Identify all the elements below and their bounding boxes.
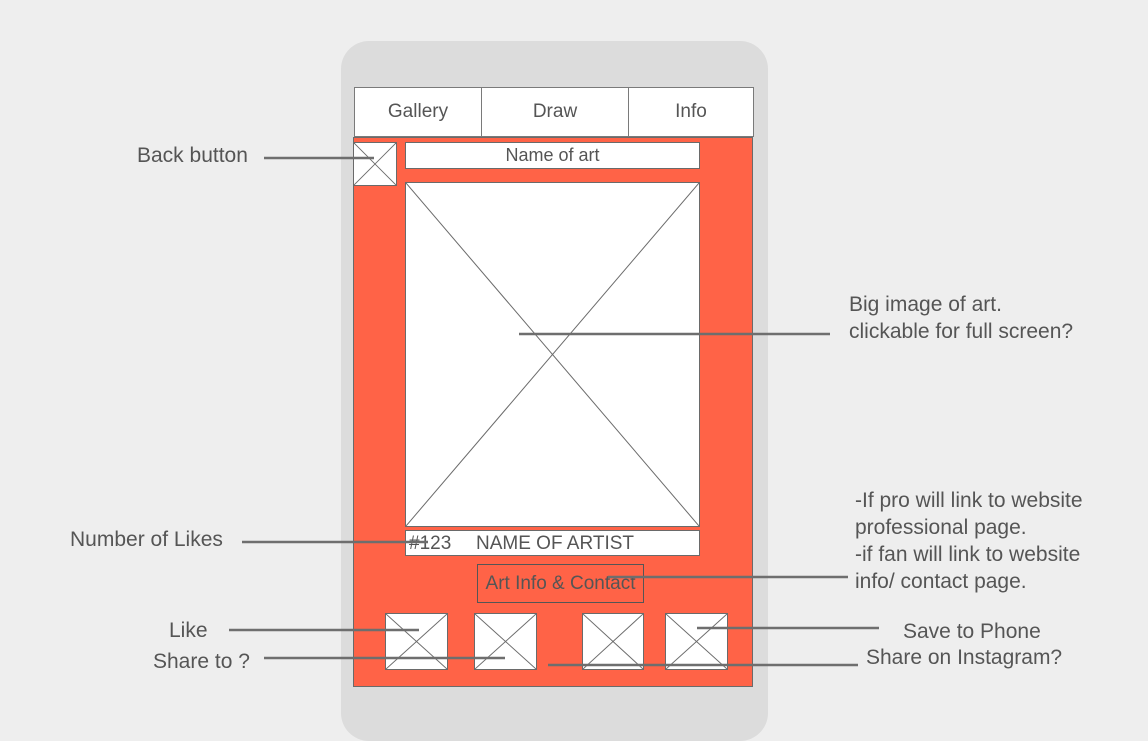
annotation-info-link-line1: -If pro will link to website (855, 489, 1083, 512)
annotation-like: Like (169, 619, 208, 642)
annotation-back-button: Back button (137, 144, 248, 167)
annotation-info-link-line3: -if fan will link to website (855, 543, 1081, 566)
artist-name[interactable]: NAME OF ARTIST (476, 533, 634, 555)
annotation-share-instagram: Share on Instagram? (866, 646, 1063, 669)
back-icon (354, 143, 396, 185)
annotation-big-image-line2: clickable for full screen? (849, 320, 1074, 343)
like-icon (386, 614, 447, 669)
annotation-info-link-line4: info/ contact page. (855, 570, 1027, 593)
image-placeholder-icon (406, 183, 699, 526)
like-count: #123 (409, 533, 452, 554)
tab-draw[interactable]: Draw (481, 88, 628, 136)
instagram-share-button[interactable] (582, 613, 644, 670)
annotation-share-to: Share to ? (153, 650, 250, 673)
tab-bar: Gallery Draw Info (354, 87, 754, 137)
tab-info[interactable]: Info (628, 88, 753, 136)
art-image[interactable] (405, 182, 700, 527)
save-to-phone-button[interactable] (665, 613, 728, 670)
annotation-info-link: -If pro will link to website professiona… (855, 487, 1083, 595)
share-icon (475, 614, 536, 669)
tab-gallery[interactable]: Gallery (355, 88, 481, 136)
share-button[interactable] (474, 613, 537, 670)
annotation-big-image-line1: Big image of art. (849, 293, 1002, 316)
like-button[interactable] (385, 613, 448, 670)
annotation-info-link-line2: professional page. (855, 516, 1027, 539)
annotation-big-image: Big image of art. clickable for full scr… (849, 291, 1073, 345)
annotation-number-of-likes: Number of Likes (70, 528, 223, 551)
save-to-phone-icon (666, 614, 727, 669)
art-info-contact-button[interactable]: Art Info & Contact (477, 564, 644, 603)
back-button[interactable] (353, 142, 397, 186)
art-title: Name of art (405, 142, 700, 169)
artist-bar: #123 NAME OF ARTIST (405, 530, 700, 556)
annotation-save-to-phone: Save to Phone (903, 620, 1041, 643)
instagram-share-icon (583, 614, 643, 669)
